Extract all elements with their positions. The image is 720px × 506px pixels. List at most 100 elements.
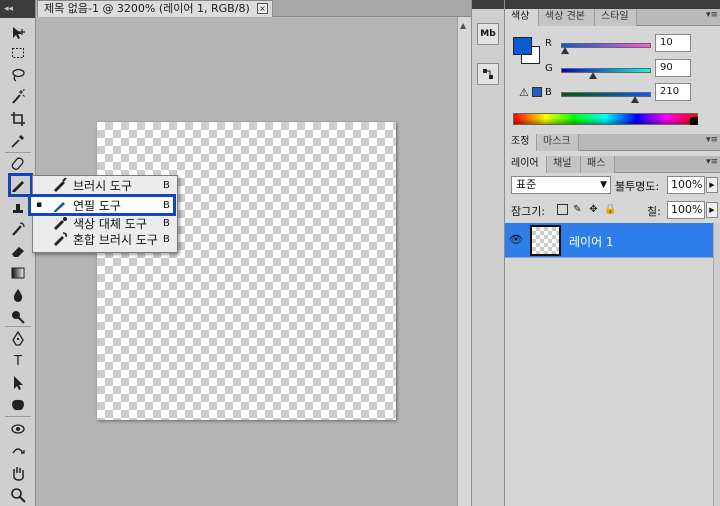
adjust-panel-menu-icon[interactable]: ▾≡ [706, 135, 718, 145]
opacity-arrow-icon[interactable]: ▶ [706, 177, 718, 193]
channel-label: G [545, 63, 553, 74]
color-panel-tabbar: 색상 색상 견본 스타일 ▾≡ [505, 9, 720, 26]
quick-selection-tool-icon[interactable] [8, 88, 28, 106]
3d-rotate-tool-icon[interactable] [8, 420, 28, 438]
flyout-item-label: 브러시 도구 [73, 178, 133, 193]
tab-layers[interactable]: 레이어 [505, 156, 547, 173]
lock-pixels-icon[interactable]: ✎ [572, 204, 583, 215]
foreground-color-swatch[interactable] [513, 37, 532, 55]
tab-paths[interactable]: 패스 [581, 156, 615, 173]
slider-g[interactable]: G 90 [543, 59, 715, 82]
close-icon[interactable]: × [257, 3, 268, 14]
path-selection-tool-icon[interactable] [8, 374, 28, 392]
lock-all-icon[interactable]: 🔒 [604, 204, 616, 215]
history-panel-icon[interactable] [477, 63, 499, 85]
flyout-item-mixer-brush[interactable]: 혼합 브러시 도구 B [33, 230, 177, 248]
scroll-up-icon[interactable]: ▲ [460, 21, 466, 30]
channel-thumb[interactable] [560, 47, 569, 54]
lasso-tool-icon[interactable] [8, 66, 28, 84]
channel-track[interactable] [561, 68, 651, 73]
mixer-brush-icon [51, 232, 69, 246]
eye-icon[interactable]: 👁 [509, 233, 523, 246]
brush-icon [51, 178, 69, 192]
lock-position-icon[interactable]: ✥ [588, 204, 599, 215]
channel-value-input[interactable]: 210 [655, 83, 691, 101]
tab-adjustments[interactable]: 조정 [505, 134, 537, 151]
channel-thumb[interactable] [630, 96, 639, 103]
tab-color[interactable]: 색상 [505, 9, 539, 26]
move-tool-icon[interactable] [8, 24, 28, 42]
opacity-input[interactable]: 100% [667, 176, 705, 194]
chevron-down-icon: ▼ [600, 180, 607, 190]
mini-bridge-icon[interactable]: Mb [477, 23, 499, 45]
tab-masks[interactable]: 마스크 [537, 134, 579, 151]
panels-header [505, 0, 720, 9]
marquee-tool-icon[interactable] [8, 44, 28, 62]
slider-r[interactable]: R 10 [543, 34, 715, 57]
blur-tool-icon[interactable] [8, 286, 28, 304]
opacity-label: 불투명도: [615, 180, 660, 193]
gradient-tool-icon[interactable] [8, 264, 28, 282]
fill-arrow-icon[interactable]: ▶ [706, 202, 718, 218]
clone-stamp-tool-icon[interactable] [8, 199, 28, 217]
channel-value-input[interactable]: 10 [655, 34, 691, 52]
pencil-tool-icon[interactable] [8, 176, 28, 194]
flyout-item-shortcut: B [163, 233, 170, 245]
fill-input[interactable]: 100% [667, 201, 705, 219]
tab-styles[interactable]: 스타일 [595, 9, 637, 26]
pen-tool-icon[interactable] [8, 330, 28, 348]
blend-mode-select[interactable]: 표준 ▼ [511, 176, 611, 194]
layer-name[interactable]: 레이어 1 [569, 233, 614, 250]
vertical-scrollbar[interactable]: ▲ [457, 17, 471, 506]
eyedropper-tool-icon[interactable] [8, 132, 28, 150]
spectrum-black-swatch[interactable] [690, 117, 698, 125]
channel-label: B [545, 87, 552, 98]
lock-fill-row: 잠그기: ✎ ✥ 🔒 칠: 100% ▶ [505, 201, 720, 221]
flyout-item-shortcut: B [163, 199, 170, 211]
channel-thumb[interactable] [588, 72, 597, 79]
toolbar-divider [5, 326, 31, 327]
layers-scrollbar[interactable] [713, 223, 720, 506]
channel-value-input[interactable]: 90 [655, 59, 691, 77]
layers-panel-menu-icon[interactable]: ▾≡ [706, 157, 718, 167]
channel-label: R [545, 38, 552, 49]
hand-tool-icon[interactable] [8, 464, 28, 482]
crop-tool-icon[interactable] [8, 110, 28, 128]
warning-icon[interactable]: ⚠ [519, 86, 529, 99]
tab-channels[interactable]: 채널 [547, 156, 581, 173]
flyout-item-label: 혼합 브러시 도구 [73, 232, 158, 247]
color-replace-icon [51, 216, 69, 230]
layer-row[interactable]: 👁 레이어 1 [505, 223, 713, 258]
custom-shape-tool-icon[interactable] [8, 396, 28, 414]
fill-label: 칠: [647, 205, 661, 218]
flyout-item-shortcut: B [163, 217, 170, 229]
pencil-icon [51, 198, 69, 212]
flyout-bullet: ▪ [35, 200, 43, 210]
history-brush-tool-icon[interactable] [8, 220, 28, 238]
document-tab[interactable]: 제목 없음-1 @ 3200% (레이어 1, RGB/8) × [37, 0, 273, 17]
blend-mode-value: 표준 [516, 178, 537, 191]
zoom-tool-icon[interactable] [8, 486, 28, 504]
channel-track[interactable] [561, 43, 651, 48]
dodge-tool-icon[interactable] [8, 308, 28, 326]
flyout-item-brush[interactable]: 브러시 도구 B [33, 176, 177, 194]
layer-thumbnail[interactable] [530, 225, 561, 256]
flyout-item-label: 색상 대체 도구 [73, 216, 147, 231]
document-tab-title: 제목 없음-1 @ 3200% (레이어 1, RGB/8) [44, 2, 250, 15]
document-canvas[interactable] [97, 122, 396, 420]
lock-label: 잠그기: [511, 205, 546, 218]
flyout-item-pencil[interactable]: ▪ 연필 도구 B [33, 196, 177, 214]
color-panel-menu-icon[interactable]: ▾≡ [706, 10, 718, 20]
3d-orbit-tool-icon[interactable] [8, 442, 28, 460]
right-panels: 색상 색상 견본 스타일 ▾≡ R 10 G 90 ⚠ B 210 조정 마스크… [505, 0, 720, 506]
tools-panel-collapse[interactable]: ◂◂ [0, 0, 35, 18]
gamut-warning-swatch[interactable] [532, 87, 542, 97]
tab-swatches[interactable]: 색상 견본 [539, 9, 595, 26]
slider-b[interactable]: B 210 [543, 83, 715, 106]
lock-transparent-icon[interactable] [557, 204, 568, 215]
eraser-tool-icon[interactable] [8, 242, 28, 260]
spot-healing-tool-icon[interactable] [8, 155, 28, 173]
color-spectrum-bar[interactable] [513, 113, 698, 125]
blend-opacity-row: 표준 ▼ 불투명도: 100% ▶ [505, 176, 720, 196]
type-tool-icon[interactable]: T [8, 352, 28, 370]
